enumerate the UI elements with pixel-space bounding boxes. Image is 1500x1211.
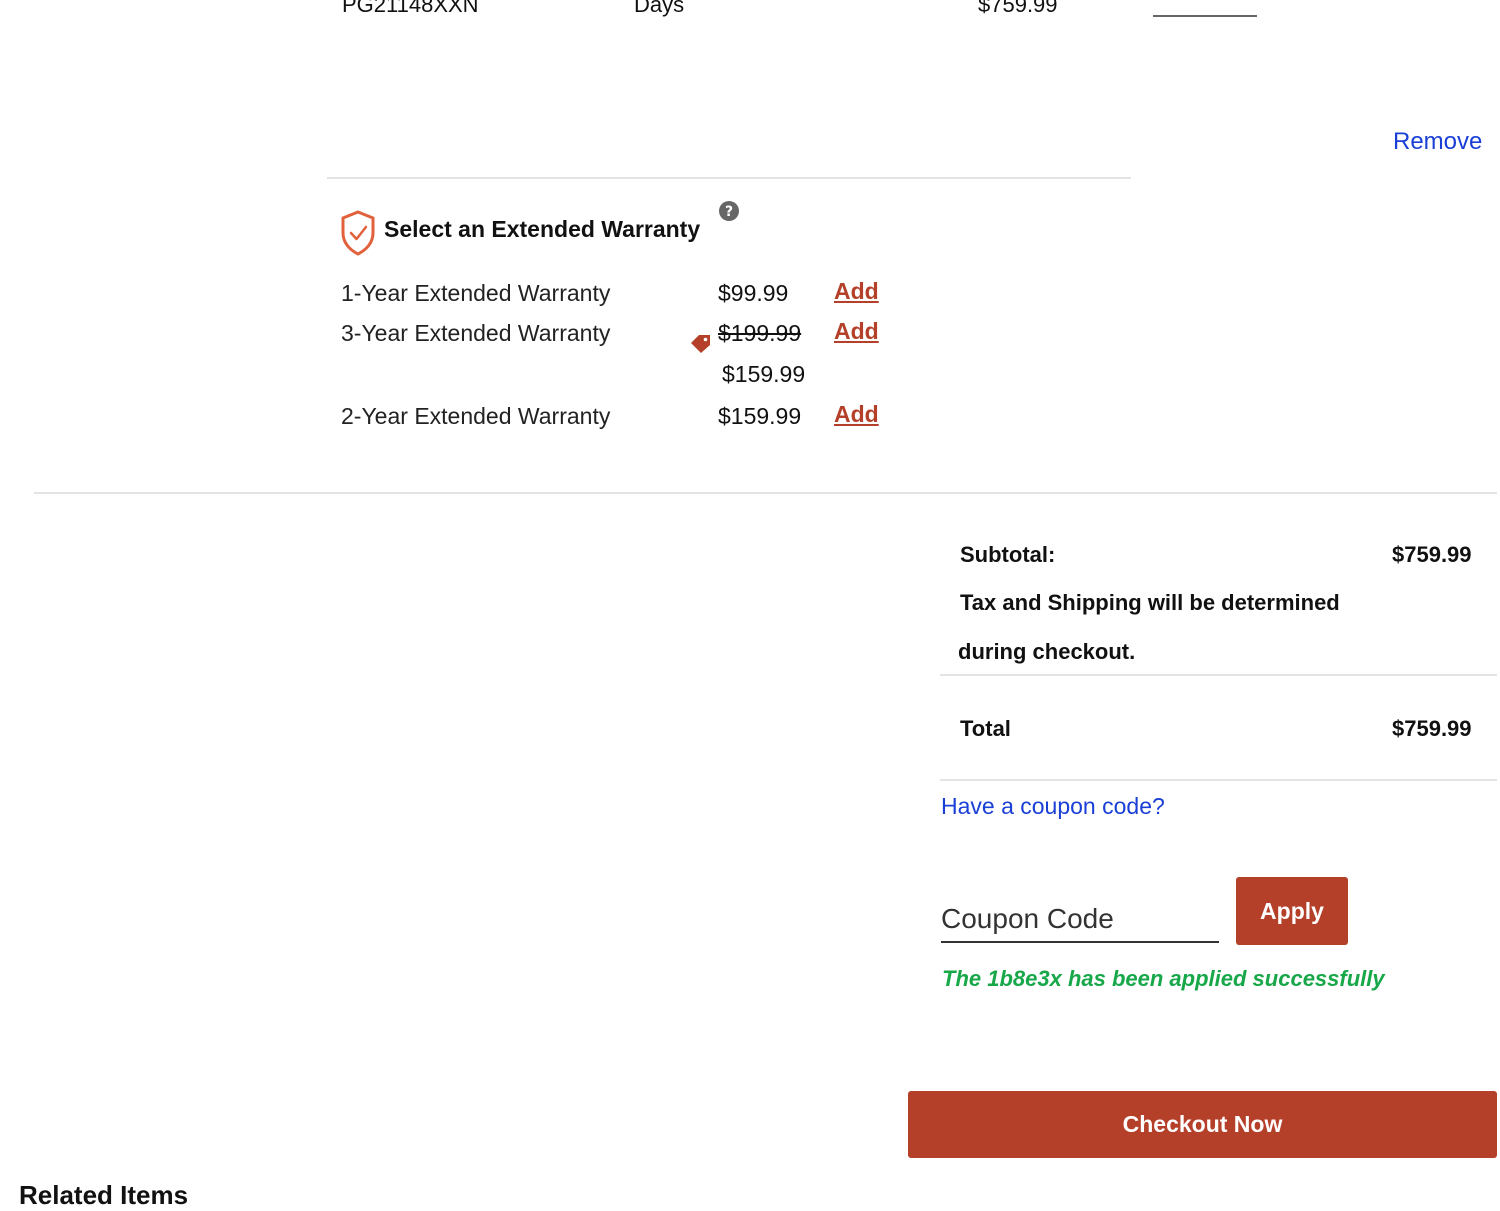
availability-days: Days <box>634 0 685 17</box>
tax-shipping-note: Tax and Shipping will be determined <box>960 590 1340 615</box>
shield-check-icon <box>339 209 377 257</box>
price-tag-icon <box>689 332 713 354</box>
add-warranty-2-year-button[interactable]: Add <box>834 401 879 428</box>
warranty-option-label: 2-Year Extended Warranty <box>341 403 611 429</box>
question-circle-icon[interactable]: ? <box>718 200 740 222</box>
checkout-now-button[interactable]: Checkout Now <box>908 1091 1497 1158</box>
add-warranty-1-year-button[interactable]: Add <box>834 278 879 305</box>
related-items-heading: Related Items <box>19 1180 189 1210</box>
coupon-toggle-link[interactable]: Have a coupon code? <box>941 793 1165 820</box>
quantity-field-underline[interactable] <box>1153 15 1257 17</box>
warranty-option-label: 1-Year Extended Warranty <box>341 280 611 306</box>
apply-coupon-button[interactable]: Apply <box>1236 877 1348 945</box>
divider <box>34 492 1497 494</box>
total-value: $759.99 <box>1392 716 1472 741</box>
add-warranty-3-year-button[interactable]: Add <box>834 318 879 345</box>
product-price: $759.99 <box>978 0 1058 17</box>
divider <box>327 177 1131 179</box>
total-label: Total <box>960 716 1011 741</box>
warranty-original-price: $199.99 <box>718 320 802 346</box>
divider <box>940 779 1497 781</box>
warranty-option-label: 3-Year Extended Warranty <box>341 320 611 346</box>
subtotal-value: $759.99 <box>1392 542 1472 567</box>
coupon-code-input[interactable] <box>941 899 1219 943</box>
divider <box>940 674 1497 676</box>
tax-shipping-note-cont: during checkout. <box>958 639 1136 664</box>
warranty-option-price: $99.99 <box>718 280 789 306</box>
coupon-success-message: The 1b8e3x has been applied successfully <box>942 966 1385 991</box>
warranty-heading: Select an Extended Warranty <box>384 216 701 242</box>
remove-link[interactable]: Remove <box>1393 128 1482 156</box>
product-sku: PG21148XXN <box>342 0 479 17</box>
warranty-sale-price: $159.99 <box>722 361 806 387</box>
svg-text:?: ? <box>725 204 733 220</box>
warranty-option-price: $159.99 <box>718 403 802 429</box>
subtotal-label: Subtotal: <box>960 542 1056 567</box>
